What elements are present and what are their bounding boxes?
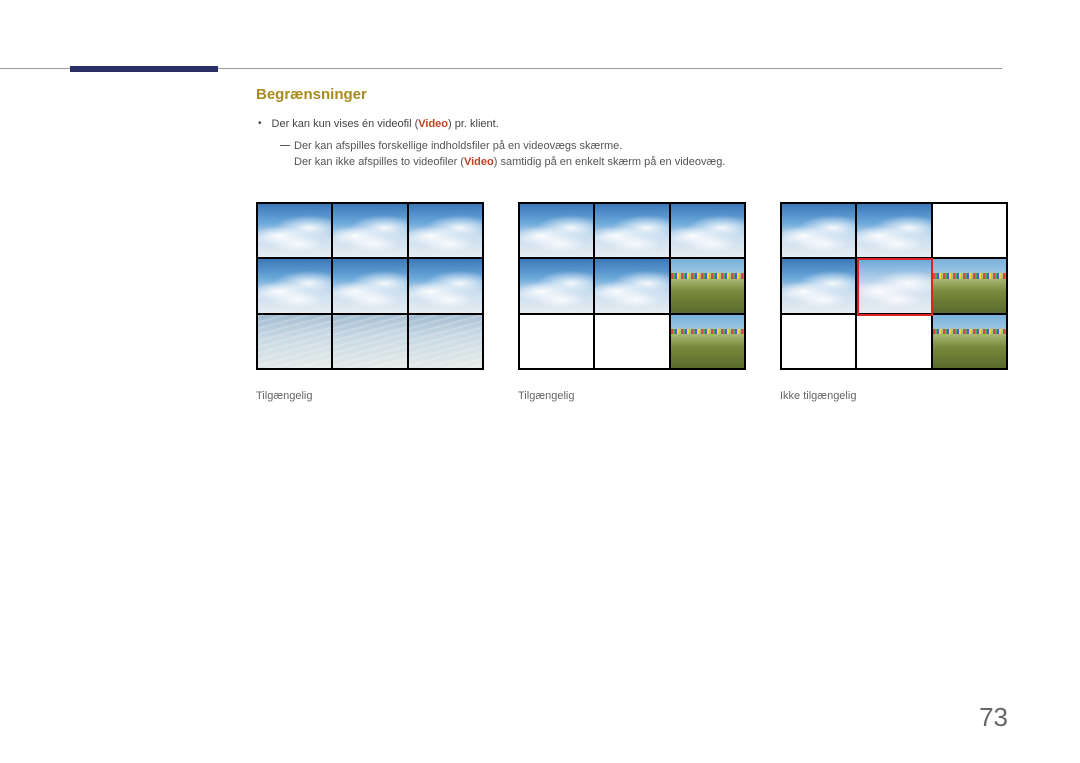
sub-note-1: Der kan afspilles forskellige indholdsfi…: [280, 138, 1016, 154]
grid-cell: [520, 204, 593, 257]
sub-note-2: Der kan ikke afspilles to videofiler (Vi…: [294, 154, 1016, 170]
sub2-accent: Video: [464, 156, 494, 168]
figure-2: Tilgængelig: [518, 202, 746, 402]
grid-cell: [409, 204, 482, 257]
sub2-post: ) samtidig på en enkelt skærm på en vide…: [494, 156, 726, 168]
grid-cell: [671, 204, 744, 257]
figures-row: Tilgængelig Tilgængelig: [256, 202, 1008, 402]
grid-cell: [333, 315, 406, 368]
document-page: Begrænsninger • Der kan kun vises én vid…: [0, 0, 1080, 763]
section-heading: Begrænsninger: [256, 86, 1016, 103]
content-block: Begrænsninger • Der kan kun vises én vid…: [256, 86, 1016, 170]
grid-cell: [595, 204, 668, 257]
sub1-text: Der kan afspilles forskellige indholdsfi…: [294, 140, 622, 152]
grid-cell: [933, 315, 1006, 368]
grid-cell: [520, 315, 593, 368]
grid-cell: [520, 259, 593, 312]
grid-cell: [258, 204, 331, 257]
grid-cell: [333, 259, 406, 312]
figure-caption-2: Tilgængelig: [518, 390, 746, 402]
grid-cell: [782, 259, 855, 312]
grid-cell: [409, 315, 482, 368]
header-rule-accent: [70, 66, 218, 72]
grid-cell: [857, 204, 930, 257]
grid-cell: [671, 259, 744, 312]
grid-cell: [782, 204, 855, 257]
bullet-post: ) pr. klient.: [448, 118, 499, 130]
grid-cell: [933, 204, 1006, 257]
figure-caption-1: Tilgængelig: [256, 390, 484, 402]
videowall-grid-2: [518, 202, 746, 370]
figure-caption-3: Ikke tilgængelig: [780, 390, 1008, 402]
bullet-dot-icon: •: [256, 117, 262, 131]
grid-cell: [933, 259, 1006, 312]
grid-cell: [258, 315, 331, 368]
grid-cell: [258, 259, 331, 312]
figure-1: Tilgængelig: [256, 202, 484, 402]
bullet-pre: Der kan kun vises én videofil (: [272, 118, 419, 130]
videowall-grid-1: [256, 202, 484, 370]
bullet-text: Der kan kun vises én videofil (Video) pr…: [272, 117, 499, 132]
grid-cell: [595, 315, 668, 368]
dash-icon: [280, 145, 290, 146]
grid-cell: [333, 204, 406, 257]
figure-3: Ikke tilgængelig: [780, 202, 1008, 402]
grid-cell: [782, 315, 855, 368]
grid-cell: [857, 315, 930, 368]
videowall-grid-3: [780, 202, 1008, 370]
grid-cell: [671, 315, 744, 368]
grid-cell: [409, 259, 482, 312]
sub2-pre: Der kan ikke afspilles to videofiler (: [294, 156, 464, 168]
grid-cell: [595, 259, 668, 312]
bullet-item: • Der kan kun vises én videofil (Video) …: [256, 117, 1016, 132]
bullet-accent: Video: [418, 118, 448, 130]
grid-cell: [857, 259, 930, 312]
page-number: 73: [979, 702, 1008, 733]
